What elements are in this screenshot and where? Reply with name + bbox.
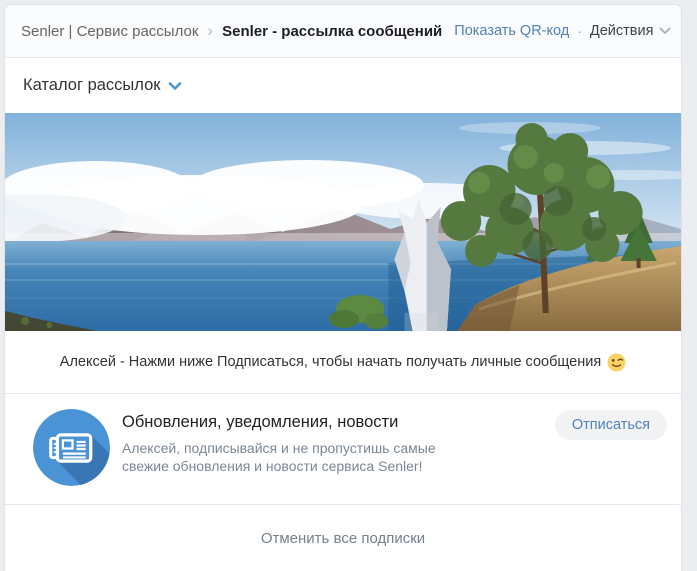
- unsubscribe-button[interactable]: Отписаться: [555, 410, 667, 440]
- cancel-all-subscriptions-link[interactable]: Отменить все подписки: [261, 530, 425, 547]
- breadcrumb-root-link[interactable]: Senler | Сервис рассылок: [21, 23, 198, 40]
- wink-emoji-icon: [607, 352, 626, 372]
- greeting-message: Алексей - Нажми ниже Подписаться, чтобы …: [5, 331, 681, 394]
- subscription-avatar: [33, 409, 110, 486]
- page-title: Senler - рассылка сообщений: [222, 23, 442, 40]
- actions-menu[interactable]: Действия: [590, 23, 672, 39]
- cover-banner-image: [5, 113, 681, 331]
- newspaper-icon: [33, 409, 110, 486]
- catalog-dropdown[interactable]: Каталог рассылок: [5, 58, 681, 113]
- catalog-dropdown-label: Каталог рассылок: [23, 76, 161, 95]
- subscription-description: Алексей, подписывайся и не пропустишь са…: [122, 439, 472, 475]
- chevron-down-icon: [168, 78, 182, 96]
- subscription-title: Обновления, уведомления, новости: [122, 413, 555, 432]
- breadcrumb: Senler | Сервис рассылок › Senler - расс…: [5, 5, 681, 58]
- greeting-message-text: Алексей - Нажми ниже Подписаться, чтобы …: [60, 354, 601, 370]
- chevron-down-icon: [659, 23, 671, 39]
- subscription-info: Обновления, уведомления, новости Алексей…: [122, 409, 555, 475]
- dot-separator: ·: [577, 23, 582, 39]
- show-qr-link[interactable]: Показать QR-код: [454, 23, 569, 39]
- footer: Отменить все подписки: [5, 505, 681, 571]
- actions-menu-label: Действия: [590, 23, 654, 39]
- breadcrumb-separator-icon: ›: [207, 21, 213, 41]
- subscription-row: Обновления, уведомления, новости Алексей…: [5, 394, 681, 505]
- app-card: Senler | Сервис рассылок › Senler - расс…: [4, 4, 682, 571]
- landscape-illustration: [5, 113, 681, 331]
